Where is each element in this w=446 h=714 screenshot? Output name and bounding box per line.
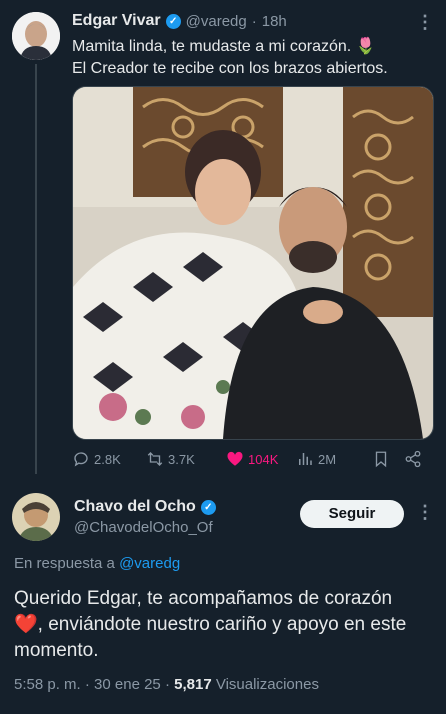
tweet1-header: Edgar Vivar ✓ @varedg · 18h (72, 10, 402, 32)
display-name[interactable]: Edgar Vivar (72, 12, 161, 30)
bookmark-button[interactable] (372, 450, 390, 468)
like-count: 104K (248, 451, 279, 467)
follow-button[interactable]: Seguir (300, 500, 404, 528)
tweet2-text: Querido Edgar, te acompañamos de corazón… (14, 586, 424, 664)
share-icon (405, 450, 421, 468)
reply-prefix: En respuesta a (14, 555, 115, 572)
bookmark-icon (375, 451, 387, 468)
tweet2-body-end: , enviándote nuestro cariño y apoyo en e… (14, 614, 407, 661)
share-button[interactable] (404, 450, 422, 468)
tweet1-line2: El Creador te recibe con los brazos abie… (72, 60, 388, 77)
reply-count: 2.8K (94, 451, 121, 467)
views-label: Visualizaciones (215, 676, 319, 693)
handle[interactable]: @varedg (186, 13, 247, 30)
verified-icon: ✓ (200, 499, 216, 515)
separator-dot: · (251, 12, 257, 30)
thread-line (35, 64, 37, 474)
avatar-chavo-del-ocho[interactable] (12, 493, 60, 541)
heart-emoji: ❤️ (14, 614, 38, 635)
verified-icon: ✓ (165, 13, 181, 29)
handle[interactable]: @ChavodelOcho_Of (74, 519, 294, 536)
tweet-photo[interactable] (72, 86, 434, 440)
avatar-edgar-vivar[interactable] (12, 12, 60, 60)
display-name[interactable]: Chavo del Ocho (74, 498, 196, 516)
reply-icon (74, 452, 88, 467)
post-time[interactable]: 5:58 p. m. (14, 676, 81, 693)
reply-context: En respuesta a @varedg (14, 555, 180, 572)
more-icon[interactable]: ⋮ (416, 502, 434, 522)
tweet2-body-start: Querido Edgar, te acompañamos de corazón (14, 588, 393, 609)
post-date[interactable]: 30 ene 25 (94, 676, 161, 693)
retweet-icon (147, 452, 163, 466)
photo-illustration (73, 87, 433, 439)
views-icon (299, 453, 312, 465)
more-icon[interactable]: ⋮ (416, 12, 434, 32)
heart-icon (227, 451, 243, 466)
tweet2-header: Chavo del Ocho ✓ @ChavodelOcho_Of (74, 496, 294, 536)
reply-button[interactable]: 2.8K (72, 450, 121, 468)
tweet2-meta: 5:58 p. m. · 30 ene 25 · 5,817 Visualiza… (14, 676, 319, 693)
avatar-portrait-icon (12, 12, 60, 60)
tulip-emoji: 🌷 (355, 38, 376, 55)
views-total: 5,817 (174, 676, 212, 693)
retweet-button[interactable]: 3.7K (146, 450, 195, 468)
tweet1-line1: Mamita linda, te mudaste a mi corazón. (72, 38, 352, 55)
avatar-logo-icon (12, 493, 60, 541)
reply-to-link[interactable]: @varedg (119, 555, 180, 572)
views-button[interactable]: 2M (296, 450, 336, 468)
like-button[interactable]: 104K (226, 450, 278, 468)
timestamp[interactable]: 18h (262, 13, 287, 30)
tweet1-text: Mamita linda, te mudaste a mi corazón. 🌷… (72, 36, 432, 80)
views-count: 2M (318, 451, 337, 467)
retweet-count: 3.7K (168, 451, 195, 467)
